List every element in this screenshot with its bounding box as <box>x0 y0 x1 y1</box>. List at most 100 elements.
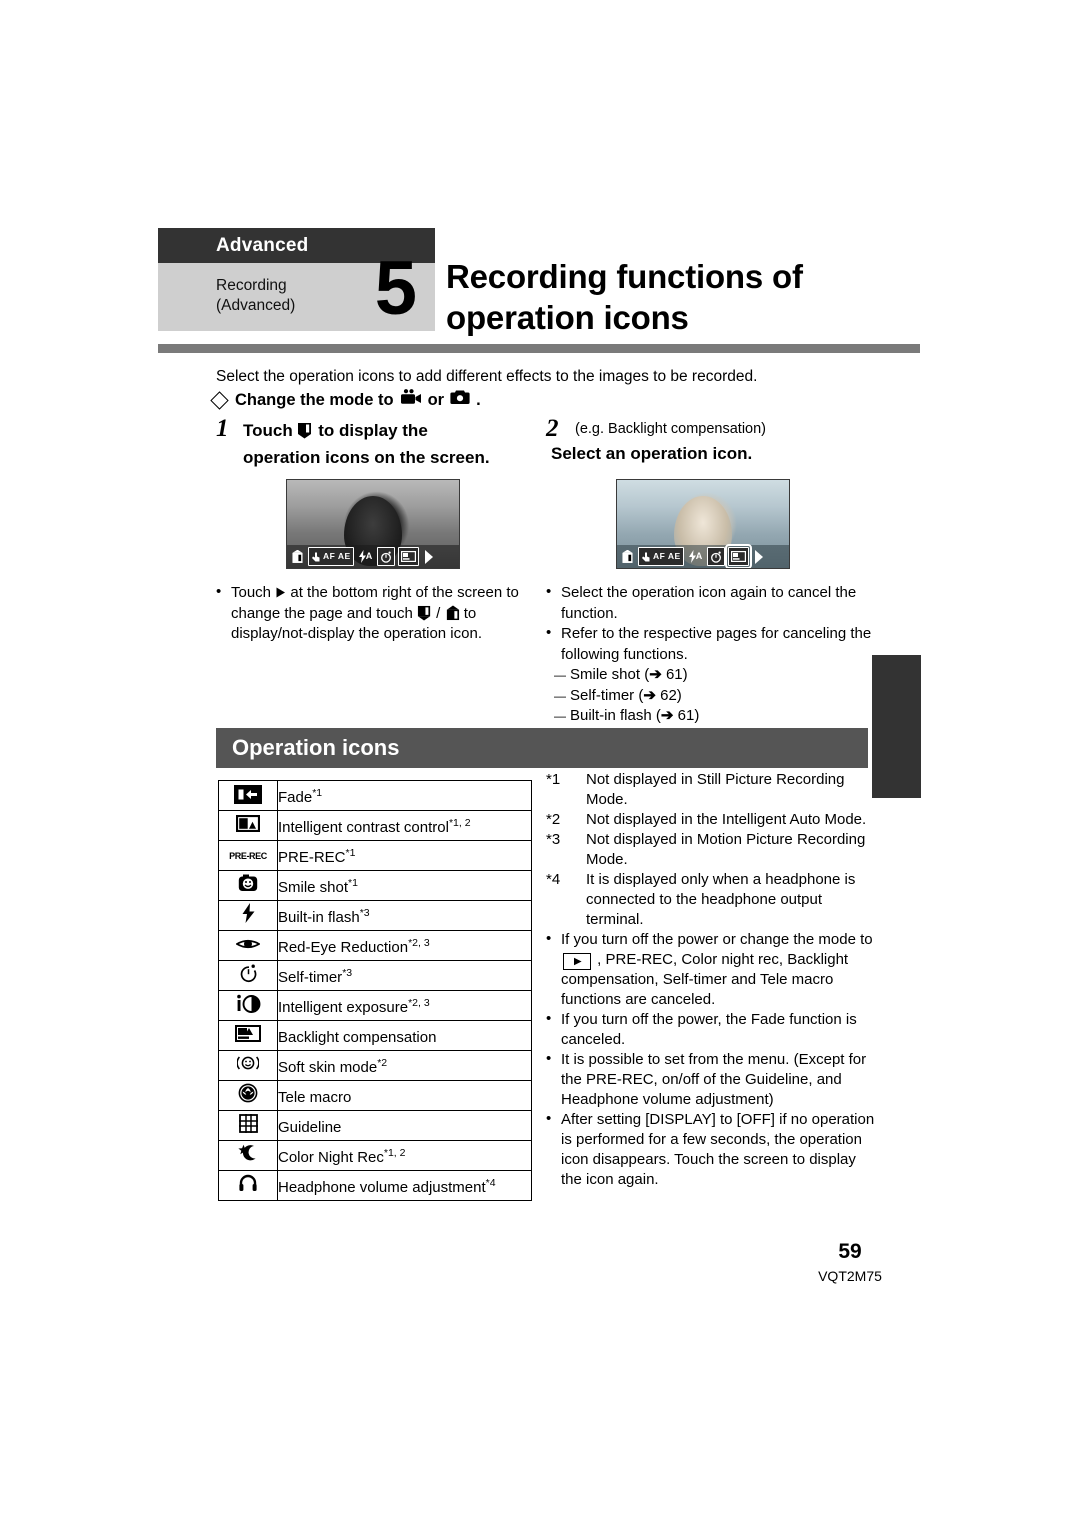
flag-down-icon <box>417 605 436 622</box>
table-label: Fade*1 <box>277 780 532 811</box>
bullets-right: Select the operation icon again to cance… <box>546 582 876 727</box>
flash-auto-icon[interactable]: A <box>357 548 375 565</box>
table-label: Backlight compensation <box>277 1020 532 1051</box>
next-page-arrow-icon[interactable] <box>422 548 436 565</box>
mode-change-conjunction: or <box>427 391 445 409</box>
table-label: Guideline <box>277 1110 532 1141</box>
sub-item-self-timer: Self-timer (➔ 62) <box>546 686 876 707</box>
page-title-line1: Recording functions of <box>446 258 803 295</box>
table-row: Color Night Rec*1, 2 <box>218 1140 532 1171</box>
document-code: VQT2M75 <box>818 1268 882 1284</box>
play-triangle-icon <box>275 584 290 601</box>
tele-macro-icon <box>218 1080 278 1111</box>
self-timer-icon[interactable] <box>377 547 396 566</box>
chapter-banner: Advanced Recording (Advanced) 5 <box>158 228 435 331</box>
bullet-left-part3: / <box>436 604 441 622</box>
intro-text: Select the operation icons to add differ… <box>216 368 758 385</box>
label-note: *2, 3 <box>408 997 430 1009</box>
mode-change-line: Change the mode to or . <box>210 389 481 411</box>
tele-macro-glyph <box>235 1083 261 1103</box>
arrow-ref: (➔ 62) <box>638 686 682 704</box>
next-page-arrow-icon[interactable] <box>752 548 766 565</box>
af-ae-icon[interactable]: AF AE <box>308 547 354 566</box>
operation-icons-table: Fade*1 Intelligent contrast control*1, 2 <box>218 780 532 1201</box>
table-row: Built-in flash*3 <box>218 900 532 931</box>
page-title: Recording functions of operation icons <box>446 256 916 338</box>
backlight-compensation-icon[interactable] <box>398 547 420 566</box>
self-timer-icon[interactable] <box>707 547 726 566</box>
label-text: PRE-REC <box>278 849 346 866</box>
step-2-number: 2 <box>546 415 559 442</box>
label-text: Headphone volume adjustment <box>278 1179 486 1196</box>
sub-item-label: Self-timer <box>570 686 635 704</box>
diamond-bullet-icon <box>210 390 229 410</box>
camera-screen-preview-1: AF AE A <box>286 479 460 569</box>
headphone-volume-icon <box>218 1170 278 1201</box>
red-eye-reduction-glyph <box>235 935 261 954</box>
label-note: *1 <box>348 877 358 889</box>
intelligent-contrast-icon <box>218 810 278 841</box>
label-text: Self-timer <box>278 969 343 986</box>
table-label: Smile shot*1 <box>277 870 532 901</box>
flag-up-icon[interactable] <box>290 548 305 565</box>
footnote-mark: *2 <box>546 811 561 828</box>
headphone-volume-glyph <box>235 1174 261 1193</box>
label-text: Soft skin mode <box>278 1059 378 1076</box>
af-ae-label: AF AE <box>653 551 681 562</box>
chapter-number: 5 <box>374 246 417 331</box>
table-label: Headphone volume adjustment*4 <box>277 1170 532 1201</box>
page-title-line2: operation icons <box>446 299 689 336</box>
flash-auto-icon[interactable]: A <box>687 548 705 565</box>
table-label: Color Night Rec*1, 2 <box>277 1140 532 1171</box>
step-1-number: 1 <box>216 415 229 442</box>
table-row: Tele macro <box>218 1080 532 1111</box>
mode-change-suffix: . <box>476 391 481 409</box>
step-2-text: Select an operation icon. <box>551 444 753 463</box>
fade-glyph <box>234 785 262 804</box>
backlight-compensation-icon <box>218 1020 278 1051</box>
built-in-flash-glyph <box>235 902 261 923</box>
intelligent-contrast-glyph <box>235 814 261 833</box>
backlight-compensation-glyph <box>235 1024 261 1043</box>
operation-icon-bar-2: AF AE A <box>617 544 789 568</box>
backlight-compensation-icon-selected[interactable] <box>725 544 753 568</box>
label-text: Intelligent exposure <box>278 999 409 1016</box>
table-label: Self-timer*3 <box>277 960 532 991</box>
footnote-mark: *3 <box>546 831 561 848</box>
af-ae-icon[interactable]: AF AE <box>638 547 684 566</box>
label-note: *1 <box>345 847 356 859</box>
table-label: Red-Eye Reduction*2, 3 <box>277 930 532 961</box>
step-1-text: Touch to display the operation icons on … <box>243 419 533 470</box>
video-camera-icon <box>400 389 422 411</box>
label-note: *3 <box>342 967 353 979</box>
table-row: Soft skin mode*2 <box>218 1050 532 1081</box>
smile-shot-glyph <box>235 874 261 893</box>
table-row: Fade*1 <box>218 780 532 811</box>
guideline-icon <box>218 1110 278 1141</box>
notes-column: *1 Not displayed in Still Picture Record… <box>546 770 876 1190</box>
side-tab-marker <box>872 655 921 798</box>
soft-skin-mode-icon <box>218 1050 278 1081</box>
note-bullet-part2: , PRE-REC, Color night rec, Backlight co… <box>561 951 849 1008</box>
label-note: *1 <box>312 787 323 799</box>
chapter-banner-body: Recording (Advanced) 5 <box>158 251 435 331</box>
red-eye-reduction-icon <box>218 930 278 961</box>
table-row: Self-timer*3 <box>218 960 532 991</box>
label-note: *2, 3 <box>408 937 430 949</box>
sub-item-label: Built-in flash <box>570 707 652 724</box>
footnote-mark: *1 <box>546 771 561 788</box>
label-text: Red-Eye Reduction <box>278 939 409 956</box>
playback-mode-icon <box>563 953 591 970</box>
sub-item-label: Smile shot <box>570 666 641 683</box>
intelligent-exposure-icon <box>218 990 278 1021</box>
section-header: Operation icons <box>216 728 868 768</box>
page-number: 59 <box>838 1240 862 1263</box>
flag-up-icon[interactable] <box>620 548 635 565</box>
footnote-1: *1 Not displayed in Still Picture Record… <box>546 770 876 810</box>
still-camera-icon <box>450 389 470 411</box>
header-divider <box>158 344 920 353</box>
note-bullet-part1: If you turn off the power or change the … <box>561 931 873 948</box>
arrow-ref: (➔ 61) <box>644 666 688 683</box>
footnote-4: *4 It is displayed only when a headphone… <box>546 870 876 930</box>
note-bullet-display-off: After setting [DISPLAY] to [OFF] if no o… <box>546 1109 876 1190</box>
